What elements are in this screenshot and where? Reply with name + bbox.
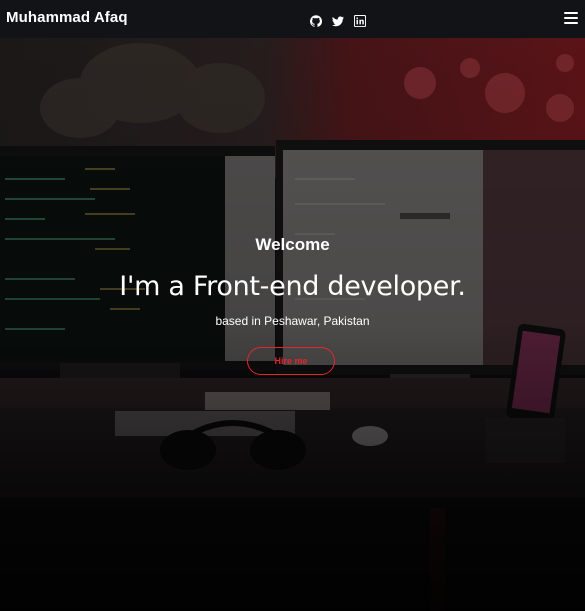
brand-logo[interactable]: Muhammad Afaq [6, 9, 128, 26]
linkedin-icon[interactable] [353, 12, 367, 28]
navbar: Muhammad Afaq [0, 0, 585, 38]
hero-headline: I'm a Front-end developer. [119, 271, 466, 302]
hamburger-menu-icon[interactable] [564, 11, 578, 25]
hero-location: based in Peshawar, Pakistan [215, 314, 370, 328]
hire-me-button[interactable]: Hire me [247, 347, 335, 375]
twitter-icon[interactable] [332, 12, 344, 27]
social-links [309, 12, 367, 28]
hero-section: Welcome I'm a Front-end developer. based… [0, 38, 585, 611]
github-icon[interactable] [309, 12, 323, 27]
hero-greeting: Welcome [255, 235, 330, 254]
